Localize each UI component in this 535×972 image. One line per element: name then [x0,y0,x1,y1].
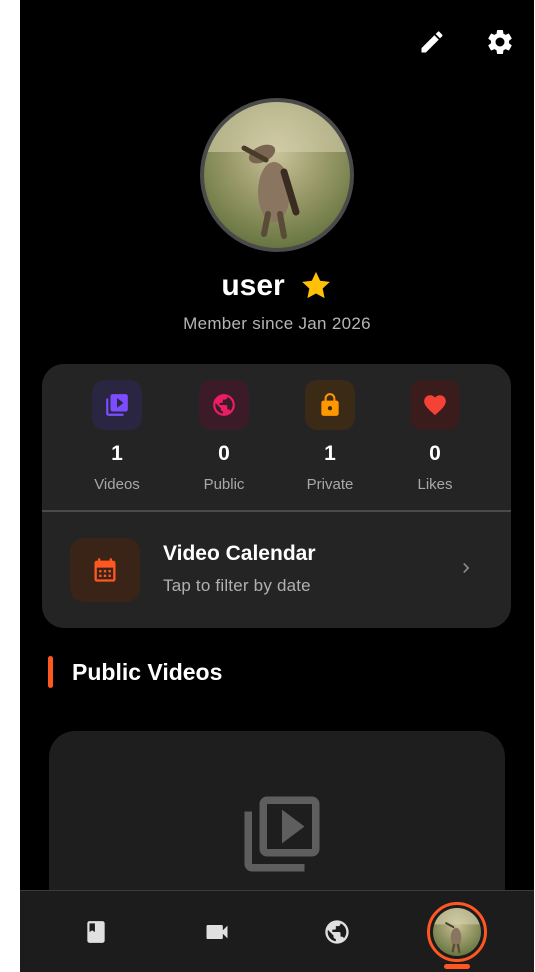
calendar-icon [70,538,140,602]
video-library-icon [92,380,142,430]
nav-profile[interactable] [393,891,521,972]
username: user [221,269,285,302]
gear-icon [488,29,512,54]
stat-value: 1 [324,442,336,465]
stat-value: 0 [429,442,441,465]
video-library-icon [244,796,320,872]
stats-card: 1 Videos 0 Public 1 Private 0 Likes Vide… [42,364,511,628]
calendar-title: Video Calendar [163,542,316,565]
profile-avatar[interactable] [200,98,354,252]
globe-icon [199,380,249,430]
stat-label: Videos [94,476,140,493]
bottom-navigation [20,890,534,972]
stat-likes[interactable]: 0 Likes [380,380,490,493]
active-tab-indicator [444,964,470,969]
stat-label: Likes [417,476,453,493]
stat-value: 1 [111,442,123,465]
settings-button[interactable] [480,22,520,62]
avatar-photo [433,908,481,956]
stat-private[interactable]: 1 Private [275,380,385,493]
stat-public[interactable]: 0 Public [169,380,279,493]
stat-value: 0 [218,442,230,465]
globe-icon [325,920,349,944]
nav-explore[interactable] [273,891,401,972]
pencil-icon [421,31,443,53]
stat-label: Public [203,476,245,493]
heart-icon [410,380,460,430]
profile-screen: user Member since Jan 2026 1 Videos 0 Pu… [20,0,534,972]
stat-videos[interactable]: 1 Videos [62,380,172,493]
calendar-subtitle: Tap to filter by date [163,576,311,595]
edit-profile-button[interactable] [412,22,452,62]
member-since-text: Member since Jan 2026 [183,314,371,333]
nav-record[interactable] [153,891,281,972]
section-title: Public Videos [72,659,223,685]
book-icon [87,921,105,943]
video-calendar-button[interactable]: Video Calendar Tap to filter by date [42,512,511,628]
avatar [427,902,487,962]
section-accent-bar [48,656,53,688]
lock-icon [305,380,355,430]
chevron-right-icon [463,563,470,573]
stat-label: Private [306,476,354,493]
video-camera-icon [206,925,228,939]
username-row: user [20,262,534,310]
star-icon [301,271,330,299]
avatar-photo [204,102,350,239]
nav-library[interactable] [32,891,160,972]
